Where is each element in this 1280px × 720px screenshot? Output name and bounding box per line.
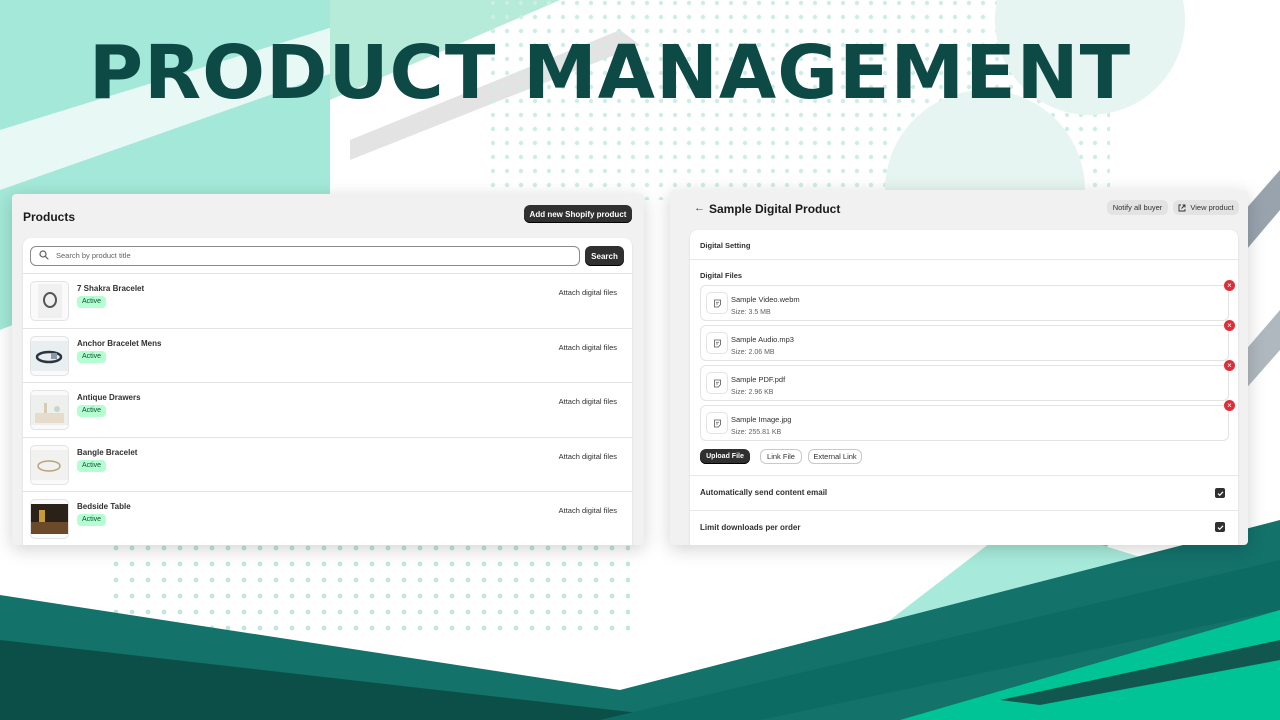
remove-file-icon[interactable]: ×: [1224, 360, 1235, 371]
table-thumbnail: [30, 499, 69, 539]
product-row[interactable]: Bangle Bracelet Active Attach digital fi…: [23, 436, 632, 492]
file-name: Sample PDF.pdf: [731, 375, 786, 384]
search-icon: [39, 250, 49, 260]
digital-product-panel: ← Sample Digital Product Notify all buye…: [670, 190, 1248, 545]
notify-all-buyer-button[interactable]: Notify all buyer: [1107, 200, 1168, 215]
view-product-label: View product: [1190, 203, 1234, 212]
file-size: Size: 3.5 MB: [731, 309, 771, 316]
auto-send-email-checkbox[interactable]: [1215, 488, 1225, 498]
file-size: Size: 2.06 MB: [731, 349, 775, 356]
remove-file-icon[interactable]: ×: [1224, 320, 1235, 331]
limit-downloads-checkbox[interactable]: [1215, 522, 1225, 532]
product-title: Anchor Bracelet Mens: [77, 338, 162, 348]
attach-digital-files-link[interactable]: Attach digital files: [559, 452, 617, 461]
attach-digital-files-link[interactable]: Attach digital files: [559, 397, 617, 406]
status-badge: Active: [77, 296, 107, 308]
attach-digital-files-link[interactable]: Attach digital files: [559, 343, 617, 352]
external-link-button[interactable]: External Link: [808, 449, 862, 464]
link-file-button[interactable]: Link File: [760, 449, 802, 464]
add-shopify-product-button[interactable]: Add new Shopify product: [524, 205, 632, 223]
checkmark-icon: [1217, 524, 1223, 530]
file-name: Sample Audio.mp3: [731, 335, 794, 344]
file-name: Sample Image.jpg: [731, 415, 792, 424]
product-title: Antique Drawers: [77, 393, 141, 402]
attach-digital-files-link[interactable]: Attach digital files: [559, 506, 617, 515]
product-title: 7 Shakra Bracelet: [77, 284, 145, 293]
view-product-button[interactable]: View product: [1173, 200, 1239, 215]
file-item: Sample Video.webm Size: 3.5 MB: [700, 285, 1229, 321]
page-title: Products: [23, 210, 76, 224]
hero-title: PRODUCT MANAGEMENT: [88, 30, 1132, 116]
search-bar: Search by product title Search: [30, 245, 625, 267]
page-title: Sample Digital Product: [709, 202, 841, 216]
divider: [690, 510, 1238, 511]
file-name: Sample Video.webm: [731, 295, 800, 304]
divider: [690, 259, 1238, 260]
external-link-icon: [1178, 204, 1186, 211]
file-size: Size: 2.96 KB: [731, 389, 774, 396]
bangle-thumbnail: [30, 444, 69, 485]
product-row[interactable]: Anchor Bracelet Mens Active Attach digit…: [23, 327, 632, 383]
drawers-thumbnail: [30, 390, 69, 430]
bracelet-thumbnail: [30, 281, 69, 321]
digital-files-label: Digital Files: [700, 271, 743, 280]
limit-downloads-label: Limit downloads per order: [700, 523, 801, 532]
status-badge: Active: [77, 350, 107, 363]
file-item: Sample PDF.pdf Size: 2.96 KB: [700, 365, 1229, 401]
file-icon: [706, 372, 728, 394]
search-input[interactable]: Search by product title: [30, 246, 580, 266]
status-badge: Active: [77, 514, 107, 526]
upload-file-button[interactable]: Upload File: [700, 449, 750, 464]
status-badge: Active: [77, 405, 107, 417]
product-title: Bedside Table: [77, 502, 131, 511]
checkmark-icon: [1217, 490, 1223, 496]
attach-digital-files-link[interactable]: Attach digital files: [559, 288, 617, 297]
product-title: Bangle Bracelet: [77, 447, 138, 457]
file-item: Sample Image.jpg Size: 255.81 KB: [700, 405, 1229, 441]
arrow-left-icon[interactable]: ←: [694, 202, 705, 214]
remove-file-icon[interactable]: ×: [1224, 400, 1235, 411]
anchor-bracelet-thumbnail: [30, 335, 69, 376]
divider: [690, 475, 1238, 476]
status-badge: Active: [77, 459, 107, 472]
file-icon: [706, 412, 728, 434]
product-row[interactable]: Antique Drawers Active Attach digital fi…: [23, 382, 632, 437]
digital-settings-card: Digital Setting Digital Files Sample Vid…: [690, 230, 1238, 545]
remove-file-icon[interactable]: ×: [1224, 280, 1235, 291]
product-row[interactable]: 7 Shakra Bracelet Active Attach digital …: [23, 273, 632, 328]
product-row[interactable]: Bedside Table Active Attach digital file…: [23, 491, 632, 545]
search-button[interactable]: Search: [585, 246, 624, 266]
file-item: Sample Audio.mp3 Size: 2.06 MB: [700, 325, 1229, 361]
file-size: Size: 255.81 KB: [731, 429, 782, 436]
file-icon: [706, 292, 728, 314]
products-card: Search by product title Search 7 Shakra …: [23, 238, 632, 545]
products-panel: Products Add new Shopify product Search …: [12, 194, 644, 545]
auto-send-email-label: Automatically send content email: [700, 488, 828, 497]
section-title: Digital Setting: [700, 241, 751, 250]
product-list: 7 Shakra Bracelet Active Attach digital …: [23, 273, 632, 545]
file-icon: [706, 332, 728, 354]
